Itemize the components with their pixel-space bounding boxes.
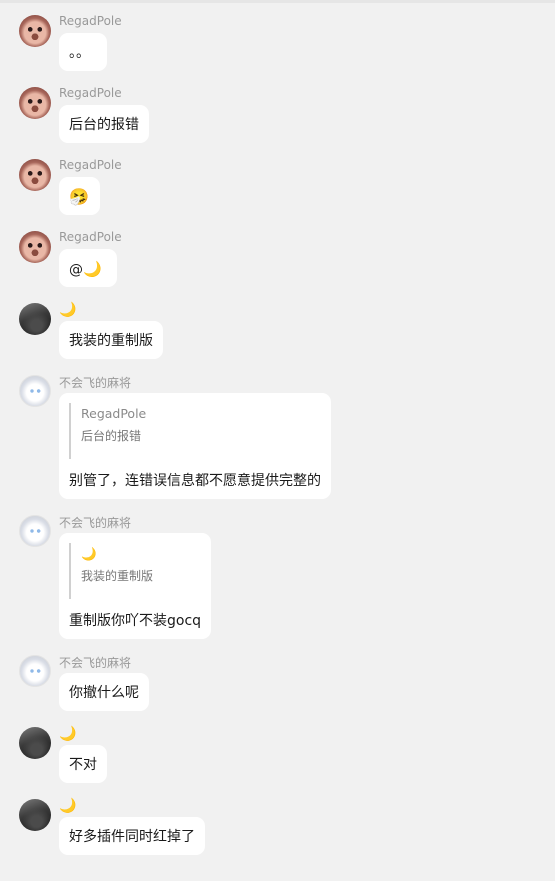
message-text: 重制版你吖不装gocq (69, 613, 202, 629)
message-bubble[interactable]: 我装的重制版 (59, 321, 163, 359)
message-text: 。。 (69, 45, 90, 61)
user-avatar[interactable] (19, 15, 51, 47)
quoted-sender: RegadPole (81, 406, 147, 421)
message-bubble[interactable]: 不对 (59, 745, 107, 783)
sender-name[interactable]: 不会飞的麻将 (59, 374, 131, 391)
user-avatar[interactable] (19, 655, 51, 687)
quoted-text: 后台的报错 (81, 429, 142, 443)
user-avatar[interactable] (19, 303, 51, 335)
user-avatar[interactable] (19, 87, 51, 119)
mention-prefix: @ (69, 262, 83, 278)
user-avatar[interactable] (19, 375, 51, 407)
sender-name[interactable]: RegadPole (59, 158, 122, 172)
message-text: 后台的报错 (69, 117, 139, 133)
user-avatar[interactable] (19, 727, 51, 759)
message-bubble[interactable]: 🌙 我装的重制版 重制版你吖不装gocq (59, 533, 211, 639)
message-bubble[interactable]: 后台的报错 (59, 105, 149, 143)
sender-name[interactable]: RegadPole (59, 230, 122, 244)
message-text: 不对 (69, 757, 97, 773)
user-avatar[interactable] (19, 799, 51, 831)
moon-icon[interactable]: 🌙 (59, 726, 76, 742)
reply-quote[interactable]: RegadPole 后台的报错 (69, 403, 321, 459)
user-avatar[interactable] (19, 159, 51, 191)
message-text: 别管了，连错误信息都不愿意提供完整的 (69, 473, 321, 489)
sender-name[interactable]: RegadPole (59, 86, 122, 100)
moon-icon: 🌙 (81, 546, 97, 561)
sender-name[interactable]: 不会飞的麻将 (59, 514, 131, 531)
message-bubble[interactable]: 好多插件同时红掉了 (59, 817, 205, 855)
moon-icon: 🌙 (83, 260, 102, 278)
sneezing-face-icon: 🤧 (69, 187, 89, 206)
quoted-text: 我装的重制版 (81, 569, 154, 583)
message-bubble[interactable]: @🌙 (59, 249, 117, 287)
message-bubble[interactable]: RegadPole 后台的报错 别管了，连错误信息都不愿意提供完整的 (59, 393, 331, 499)
user-avatar[interactable] (19, 231, 51, 263)
reply-quote[interactable]: 🌙 我装的重制版 (69, 543, 201, 599)
user-avatar[interactable] (19, 515, 51, 547)
sender-name[interactable]: RegadPole (59, 14, 122, 28)
moon-icon[interactable]: 🌙 (59, 798, 76, 814)
message-bubble[interactable]: 。。 (59, 33, 107, 71)
moon-icon[interactable]: 🌙 (59, 302, 76, 318)
message-text: 你撤什么呢 (69, 685, 139, 701)
message-bubble[interactable]: 🤧 (59, 177, 100, 215)
top-divider (0, 0, 555, 3)
message-text: 好多插件同时红掉了 (69, 829, 195, 845)
sender-name[interactable]: 不会飞的麻将 (59, 654, 131, 671)
message-text: 我装的重制版 (69, 333, 153, 349)
message-bubble[interactable]: 你撤什么呢 (59, 673, 149, 711)
